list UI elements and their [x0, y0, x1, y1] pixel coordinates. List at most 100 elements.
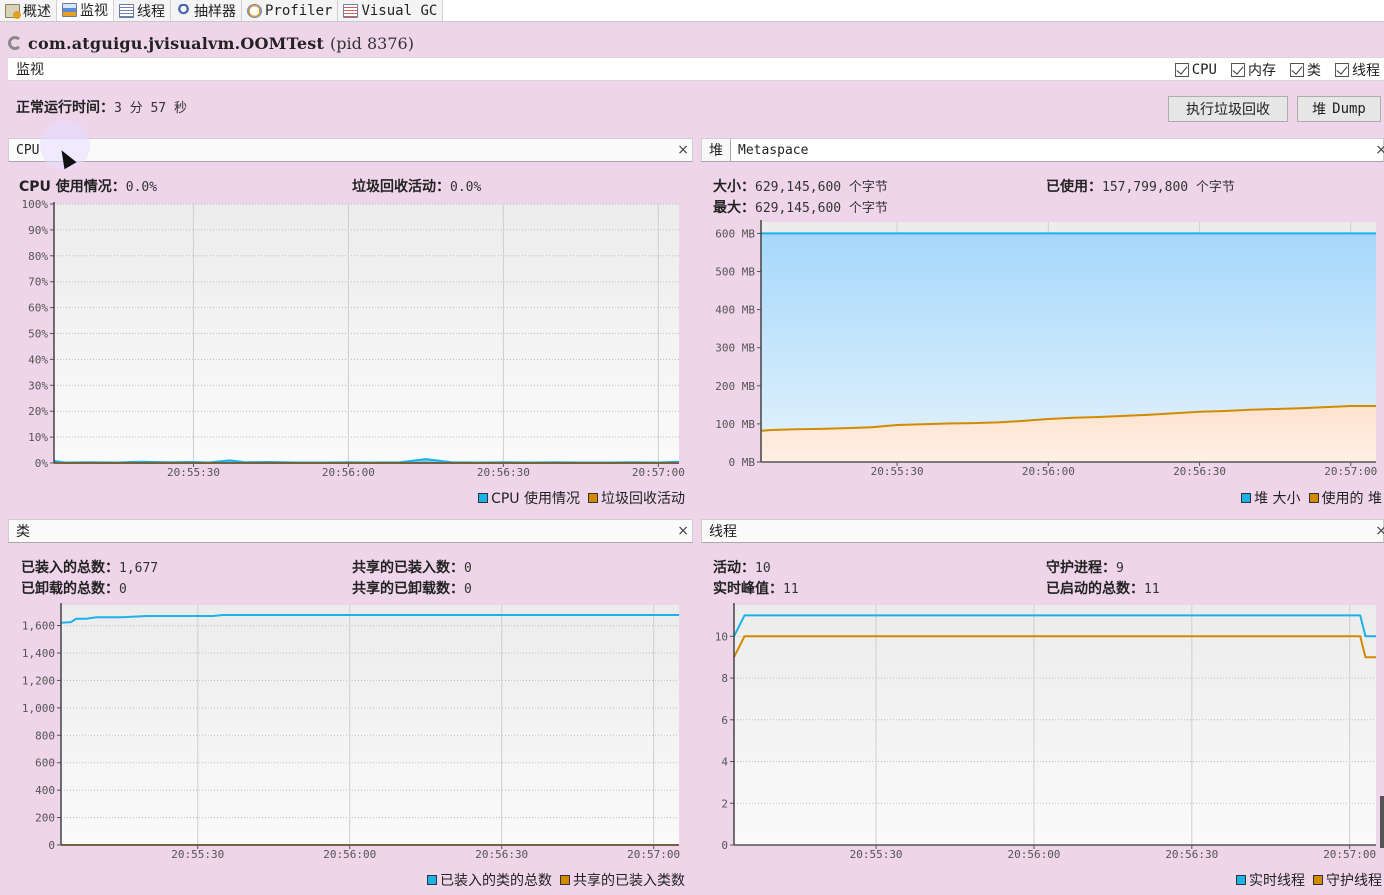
- legend-item-gc-activity: 垃圾回收活动: [588, 488, 685, 508]
- heap-dump-label-en: Dump: [1332, 101, 1366, 117]
- started-threads-stat: 已启动的总数：11: [1046, 578, 1160, 598]
- loaded-classes-value: 1,677: [119, 561, 159, 576]
- daemon-threads-stat: 守护进程：9: [1046, 557, 1124, 577]
- tab-sampler[interactable]: 抽样器: [171, 0, 242, 21]
- tab-metaspace[interactable]: Metaspace: [731, 139, 1383, 161]
- toggle-memory-checkbox[interactable]: 内存: [1231, 60, 1276, 80]
- legend-item-daemon-threads: 守护线程: [1313, 870, 1382, 890]
- heap-legend: 堆 大小 使用的 堆: [1241, 488, 1382, 508]
- close-icon[interactable]: ×: [1375, 523, 1384, 539]
- legend-swatch-cpu-usage: [478, 493, 489, 503]
- y-tick-label: 20%: [28, 405, 48, 418]
- y-tick-label: 1,400: [22, 647, 55, 660]
- checkbox-checked-icon[interactable]: [1231, 63, 1245, 77]
- x-tick-label: 20:55:30: [871, 465, 924, 478]
- main-tab-bar: 概述 监视 线程 抽样器 Profiler Visual GC: [0, 0, 1384, 22]
- threads-chart: 0 2 4 6 8 10 20:55:30 20:56:00 20:56:30 20:57:00: [715, 603, 1376, 861]
- tab-label: 抽样器: [194, 3, 236, 20]
- threads-legend: 实时线程 守护线程: [1236, 870, 1382, 890]
- y-tick-label: 1,000: [22, 702, 55, 715]
- y-tick-label: 50%: [28, 328, 48, 341]
- classes-chart: 0 200 400 600 800 1,000 1,200 1,400 1,600 20:55:3…: [22, 603, 680, 861]
- unloaded-classes-stat: 已卸载的总数：0: [21, 578, 127, 598]
- legend-swatch-live-threads: [1236, 875, 1246, 885]
- heap-used-stat: 已使用：157,799,800 个字节: [1046, 176, 1235, 196]
- heap-dump-label-zh: 堆: [1312, 102, 1327, 118]
- y-tick-label: 60%: [28, 302, 48, 315]
- unloaded-classes-value: 0: [119, 582, 127, 597]
- close-icon[interactable]: ×: [1375, 142, 1384, 158]
- heap-max-stat: 最大：629,145,600 个字节: [713, 197, 888, 217]
- cpu-usage-value: 0.0%: [125, 180, 158, 195]
- legend-item-heap-size: 堆 大小: [1241, 488, 1301, 508]
- y-tick-label: 100 MB: [715, 418, 755, 431]
- peak-threads-value: 11: [783, 582, 799, 597]
- tab-threads[interactable]: 线程: [114, 0, 171, 21]
- monitor-header: 监视 CPU 内存 类 线程: [8, 57, 1384, 81]
- close-icon[interactable]: ×: [677, 142, 689, 158]
- gc-activity-stat: 垃圾回收活动：0.0%: [352, 176, 481, 196]
- x-tick-label: 20:56:30: [1173, 465, 1226, 478]
- daemon-threads-value: 9: [1116, 561, 1124, 576]
- y-tick-label: 500 MB: [715, 266, 755, 279]
- toggle-classes-checkbox[interactable]: 类: [1290, 60, 1321, 80]
- y-tick-label: 600 MB: [715, 227, 755, 240]
- y-tick-label: 0 MB: [729, 456, 756, 469]
- checkbox-checked-icon[interactable]: [1290, 63, 1304, 77]
- cpu-panel-title: CPU: [16, 142, 40, 158]
- scrollbar[interactable]: [1380, 796, 1384, 848]
- tab-visual-gc[interactable]: Visual GC: [338, 0, 444, 21]
- toggle-cpu-checkbox[interactable]: CPU: [1174, 62, 1217, 78]
- legend-item-cpu-usage: CPU 使用情况: [478, 488, 580, 508]
- plot-area: [734, 605, 1376, 845]
- legend-swatch-loaded-classes: [427, 875, 437, 885]
- checkbox-label: 内存: [1248, 63, 1276, 79]
- x-tick-label: 20:56:00: [322, 466, 375, 479]
- tab-profiler[interactable]: Profiler: [242, 0, 339, 21]
- peak-threads-stat: 实时峰值：11: [713, 578, 799, 598]
- cpu-legend: CPU 使用情况 垃圾回收活动: [478, 488, 685, 508]
- peak-threads-label: 实时峰值：: [713, 581, 783, 597]
- x-tick-label: 20:55:30: [167, 466, 220, 479]
- y-tick-label: 400 MB: [715, 304, 755, 317]
- sampler-icon: [176, 3, 191, 18]
- x-tick-label: 20:56:00: [1022, 465, 1075, 478]
- threads-panel: 线程 × 活动：10 实时峰值：11 守护进程：9 已启动的总数：11 0246…: [701, 519, 1384, 895]
- x-tick-label: 20:57:00: [1323, 848, 1376, 861]
- classes-legend: 已装入的类的总数 共享的已装入类数: [427, 870, 685, 890]
- loading-spinner-icon: [8, 36, 22, 50]
- legend-swatch-heap-size: [1241, 493, 1252, 503]
- loaded-classes-label: 已装入的总数：: [21, 560, 119, 576]
- tab-overview[interactable]: 概述: [0, 0, 57, 21]
- legend-swatch-shared-loaded: [560, 875, 570, 885]
- gc-activity-label: 垃圾回收活动：: [352, 179, 450, 195]
- legend-label: 垃圾回收活动: [601, 491, 685, 507]
- live-threads-value: 10: [755, 561, 771, 576]
- y-tick-label: 90%: [28, 224, 48, 237]
- shared-unloaded-label: 共享的已卸载数：: [352, 581, 464, 597]
- tab-label: Profiler: [265, 2, 333, 19]
- loaded-classes-stat: 已装入的总数：1,677: [21, 557, 158, 577]
- checkbox-label: 线程: [1352, 63, 1380, 79]
- tab-monitor[interactable]: 监视: [57, 0, 114, 21]
- close-icon[interactable]: ×: [677, 523, 689, 539]
- heap-max-value: 629,145,600 个字节: [755, 201, 888, 216]
- toggle-threads-checkbox[interactable]: 线程: [1335, 60, 1380, 80]
- checkbox-checked-icon[interactable]: [1174, 63, 1189, 77]
- plot-area: [61, 605, 679, 845]
- x-tick-label: 20:56:30: [475, 848, 528, 861]
- tab-label: 监视: [80, 3, 108, 19]
- legend-label: 共享的已装入类数: [573, 873, 685, 889]
- tab-heap[interactable]: 堆: [702, 139, 731, 161]
- classes-panel-title: 类: [16, 524, 30, 540]
- heap-dump-button[interactable]: 堆 Dump: [1297, 96, 1381, 122]
- perform-gc-button[interactable]: 执行垃圾回收: [1168, 96, 1288, 122]
- legend-swatch-gc-activity: [588, 493, 598, 503]
- checkbox-checked-icon[interactable]: [1335, 63, 1349, 77]
- y-tick-label: 200 MB: [715, 380, 755, 393]
- heap-size-value: 629,145,600 个字节: [755, 180, 888, 195]
- x-tick-label: 20:57:00: [1324, 465, 1377, 478]
- x-tick-label: 20:57:00: [632, 466, 685, 479]
- y-tick-label: 70%: [28, 276, 48, 289]
- y-tick-label: 10%: [28, 431, 48, 444]
